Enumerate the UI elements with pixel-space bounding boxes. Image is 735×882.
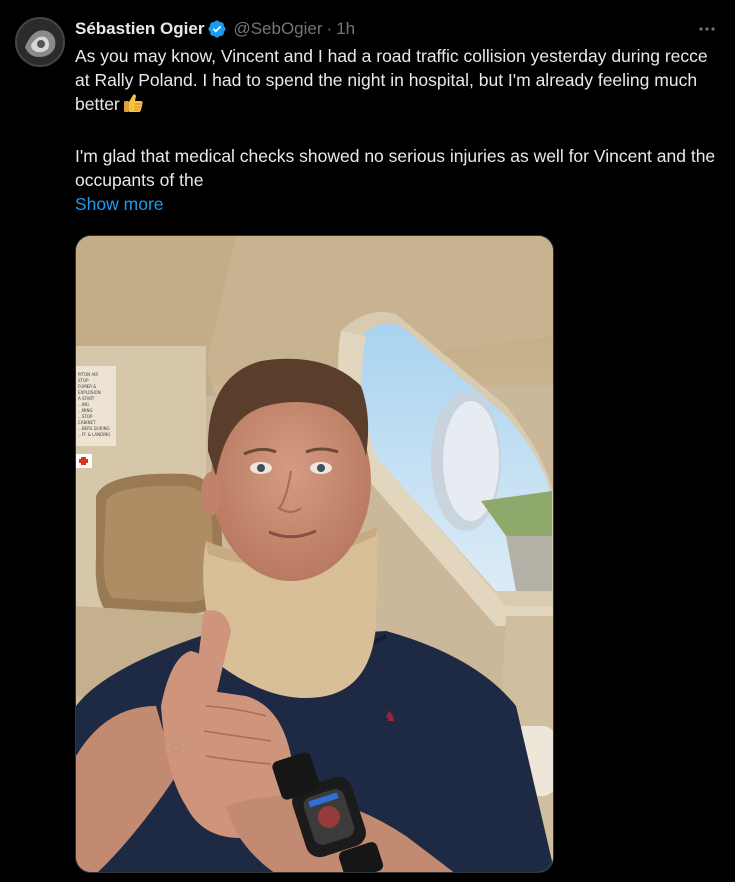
svg-text:CABINET: CABINET — [78, 420, 96, 425]
tweet-paragraph-1: As you may know, Vincent and I had a roa… — [75, 44, 725, 120]
tweet-media[interactable]: PITON AIR STOP FUMER & EXPLOSION A START… — [75, 235, 554, 873]
tweet-paragraph-2-text: I'm glad that medical checks showed no s… — [75, 146, 716, 190]
svg-text:♞: ♞ — [384, 709, 397, 725]
avatar-image — [15, 17, 65, 67]
tweet-paragraph-1-text: As you may know, Vincent and I had a roa… — [75, 46, 708, 114]
svg-text:STOP: STOP — [78, 378, 89, 383]
svg-text:...MING: ...MING — [78, 408, 93, 413]
handle[interactable]: @SebOgier — [233, 17, 322, 41]
thumbs-up-emoji — [122, 92, 144, 120]
separator-dot: · — [326, 19, 333, 38]
display-name[interactable]: Sébastien Ogier — [75, 17, 204, 41]
svg-text:A START: A START — [78, 396, 95, 401]
svg-text:EXPLOSION: EXPLOSION — [78, 390, 101, 395]
more-options-icon[interactable] — [694, 17, 720, 41]
show-more-link[interactable]: Show more — [75, 192, 725, 216]
svg-text:PITON AIR: PITON AIR — [78, 372, 98, 377]
tweet-text: As you may know, Vincent and I had a roa… — [75, 44, 725, 216]
svg-text:...FF & LANDING: ...FF & LANDING — [78, 432, 110, 437]
avatar[interactable] — [15, 17, 65, 67]
verified-badge-icon — [207, 19, 227, 39]
svg-text:...STOP: ...STOP — [78, 414, 93, 419]
tweet-paragraph-2: I'm glad that medical checks showed no s… — [75, 144, 725, 192]
tweet-header: Sébastien Ogier @SebOgier · 1h — [75, 17, 720, 41]
svg-text:...BERS DURING: ...BERS DURING — [78, 426, 110, 431]
svg-text:...ING: ...ING — [78, 402, 89, 407]
tweet[interactable]: Sébastien Ogier @SebOgier · 1h As you ma… — [0, 0, 735, 882]
selfie-photo: PITON AIR STOP FUMER & EXPLOSION A START… — [76, 236, 553, 872]
svg-text:FUMER &: FUMER & — [78, 384, 96, 389]
timestamp[interactable]: 1h — [336, 17, 355, 41]
